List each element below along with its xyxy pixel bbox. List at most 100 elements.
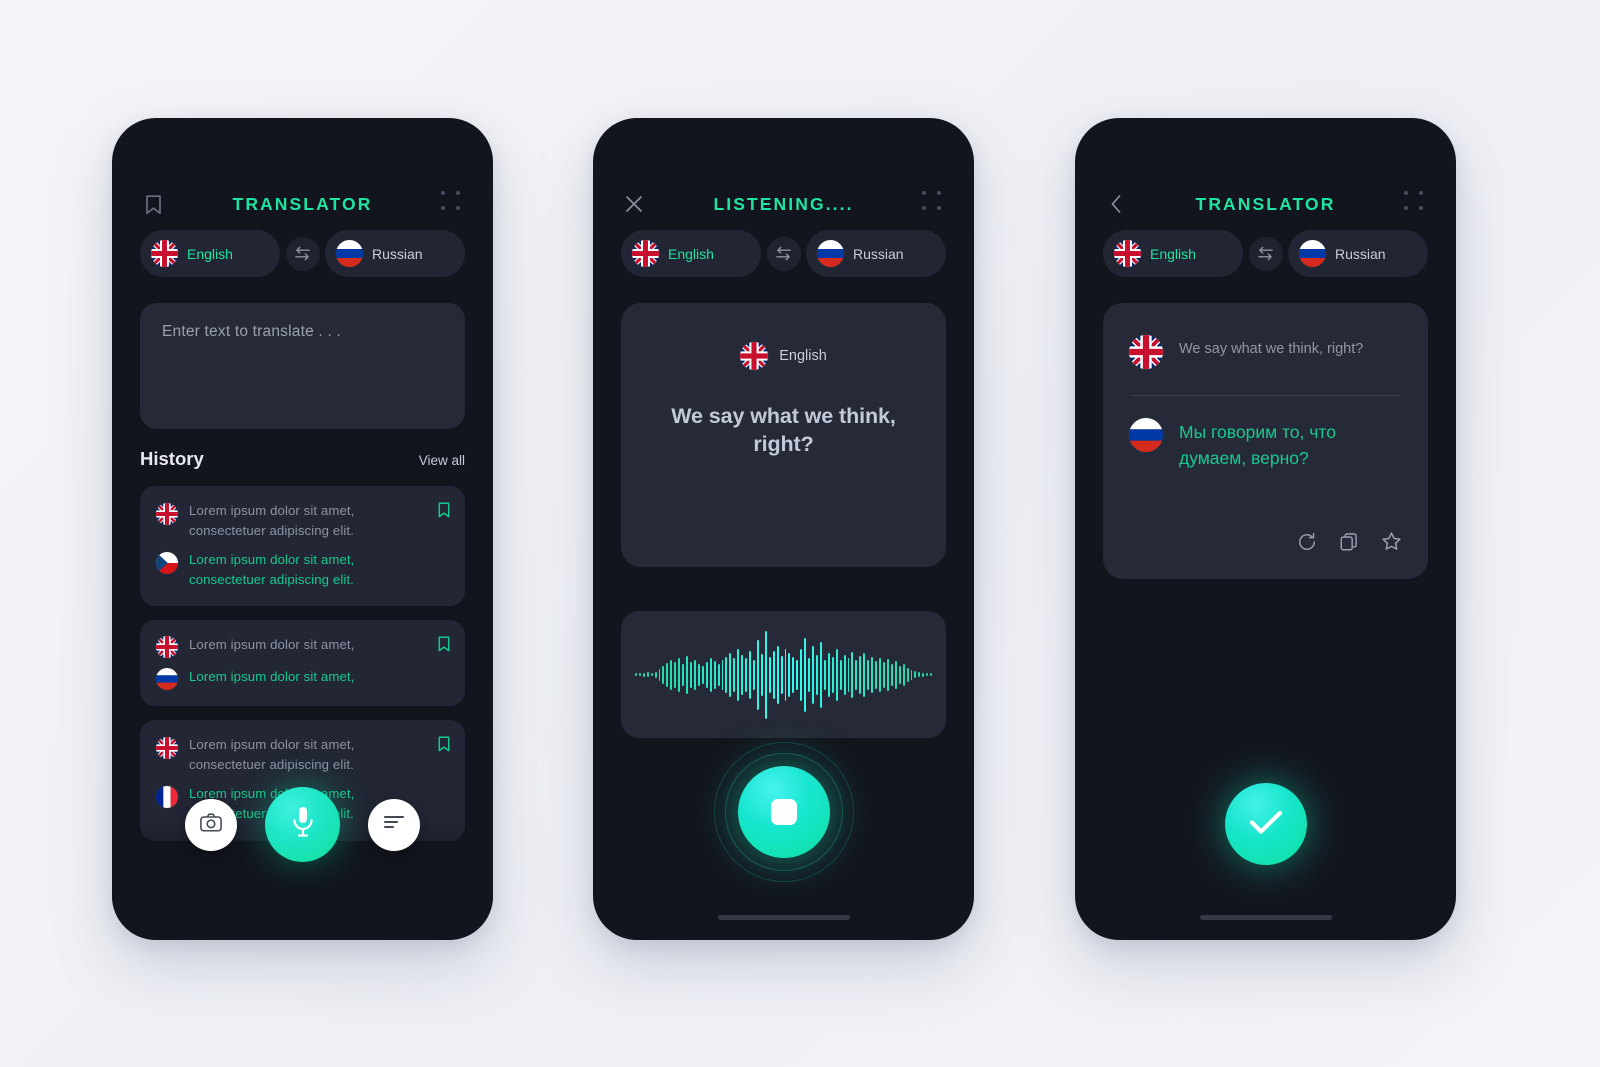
waveform-bar bbox=[914, 671, 917, 678]
waveform-bar bbox=[674, 661, 677, 688]
waveform-bar bbox=[804, 637, 807, 712]
back-chevron-icon[interactable] bbox=[1101, 189, 1131, 219]
app-mockup-stage: TRANSLATOR English Russian Enter text to… bbox=[0, 0, 1600, 1067]
copy-icon[interactable] bbox=[1339, 532, 1359, 557]
flag-czech-icon bbox=[156, 552, 178, 575]
waveform-bar bbox=[910, 669, 913, 680]
waveform-bar bbox=[737, 648, 740, 701]
check-icon bbox=[1246, 807, 1286, 842]
target-language-pill[interactable]: Russian bbox=[1288, 230, 1428, 277]
history-target-row: Lorem ipsum dolor sit amet, bbox=[156, 667, 449, 691]
result-action-bar bbox=[1297, 531, 1402, 557]
waveform-bar bbox=[823, 659, 826, 690]
swap-icon[interactable] bbox=[1248, 236, 1283, 271]
waveform-bar bbox=[847, 657, 850, 692]
waveform-bar bbox=[835, 648, 838, 701]
waveform-bar bbox=[788, 652, 791, 697]
home-indicator bbox=[1199, 915, 1332, 920]
source-language-pill[interactable]: English bbox=[621, 230, 761, 277]
waveform-bar bbox=[705, 661, 708, 688]
waveform-bar bbox=[816, 654, 818, 695]
bookmark-icon[interactable] bbox=[138, 189, 168, 219]
history-item[interactable]: Lorem ipsum dolor sit amet, consectetuer… bbox=[140, 486, 465, 607]
grid-menu-icon[interactable] bbox=[1404, 191, 1430, 217]
waveform-bar bbox=[662, 665, 665, 684]
waveform-bar bbox=[764, 630, 767, 719]
text-input-button[interactable] bbox=[368, 798, 420, 851]
waveform-bar bbox=[658, 668, 661, 681]
flag-russia-icon bbox=[1129, 418, 1163, 452]
header-result: TRANSLATOR bbox=[1075, 184, 1456, 224]
waveform-bar bbox=[792, 656, 795, 693]
stop-button-core[interactable] bbox=[737, 766, 830, 858]
waveform-bar bbox=[745, 657, 748, 692]
bookmark-icon[interactable] bbox=[438, 636, 450, 657]
stop-recording-button[interactable] bbox=[713, 742, 854, 882]
waveform-bar bbox=[812, 645, 814, 704]
source-language-pill[interactable]: English bbox=[140, 230, 280, 277]
waveform-bar bbox=[768, 656, 771, 693]
target-language-label: Russian bbox=[853, 245, 904, 262]
history-target-text: Lorem ipsum dolor sit amet, consectetuer… bbox=[189, 552, 355, 588]
swap-icon[interactable] bbox=[285, 236, 320, 271]
waveform-bar bbox=[749, 650, 751, 699]
translate-input-card[interactable]: Enter text to translate . . . bbox=[140, 303, 465, 429]
waveform-bar bbox=[686, 655, 688, 694]
flag-uk-icon bbox=[1114, 240, 1141, 267]
flag-russia-icon bbox=[817, 240, 844, 267]
confirm-button[interactable] bbox=[1224, 783, 1307, 865]
transcript-text: We say what we think, right? bbox=[671, 404, 896, 457]
history-target-text: Lorem ipsum dolor sit amet, bbox=[189, 669, 355, 685]
waveform-bar bbox=[678, 657, 681, 692]
audio-waveform bbox=[621, 611, 946, 738]
history-source-text: Lorem ipsum dolor sit amet, bbox=[189, 637, 355, 653]
view-all-link[interactable]: View all bbox=[419, 453, 465, 468]
waveform-bar bbox=[729, 652, 732, 697]
screen-listening: LISTENING.... English Russian English We… bbox=[593, 118, 974, 940]
home-indicator bbox=[717, 915, 850, 920]
waveform-bar bbox=[701, 665, 704, 684]
target-language-pill[interactable]: Russian bbox=[325, 230, 465, 277]
history-source-text: Lorem ipsum dolor sit amet, consectetuer… bbox=[189, 503, 355, 539]
grid-menu-icon[interactable] bbox=[922, 191, 948, 217]
phone-home-screen: TRANSLATOR English Russian Enter text to… bbox=[112, 118, 493, 940]
history-item[interactable]: Lorem ipsum dolor sit amet, Lorem ipsum … bbox=[140, 620, 465, 707]
flag-uk-icon bbox=[632, 240, 659, 267]
waveform-bar bbox=[693, 659, 696, 690]
waveform-bar bbox=[670, 659, 673, 690]
phone-result-screen: TRANSLATOR English Russian We say what w… bbox=[1075, 118, 1456, 940]
result-target-row: Мы говорим то, что думаем, верно? bbox=[1129, 418, 1402, 472]
microphone-button[interactable] bbox=[265, 787, 340, 862]
history-source-row: Lorem ipsum dolor sit amet, consectetuer… bbox=[156, 735, 449, 775]
waveform-bar bbox=[638, 673, 641, 676]
waveform-bar bbox=[859, 655, 862, 694]
bookmark-icon[interactable] bbox=[438, 736, 450, 757]
refresh-icon[interactable] bbox=[1297, 532, 1317, 557]
close-icon[interactable] bbox=[619, 189, 649, 219]
flag-uk-icon bbox=[156, 737, 178, 760]
source-language-pill[interactable]: English bbox=[1103, 230, 1243, 277]
waveform-bar bbox=[721, 659, 724, 690]
divider bbox=[1131, 395, 1400, 396]
camera-button[interactable] bbox=[185, 798, 237, 851]
page-title: TRANSLATOR bbox=[232, 193, 373, 214]
waveform-bar bbox=[851, 651, 854, 698]
waveform-bar bbox=[642, 672, 645, 677]
waveform-bar bbox=[827, 652, 830, 697]
screen-result: TRANSLATOR English Russian We say what w… bbox=[1075, 118, 1456, 940]
waveform-bar bbox=[863, 652, 866, 697]
swap-icon[interactable] bbox=[766, 236, 801, 271]
history-source-text: Lorem ipsum dolor sit amet, consectetuer… bbox=[189, 737, 355, 773]
waveform-bar bbox=[760, 653, 763, 696]
translation-result-card: We say what we think, right? Мы говорим … bbox=[1103, 303, 1428, 579]
result-target-text: Мы говорим то, что думаем, верно? bbox=[1179, 422, 1336, 469]
target-language-label: Russian bbox=[372, 245, 423, 262]
target-language-pill[interactable]: Russian bbox=[806, 230, 946, 277]
grid-menu-icon[interactable] bbox=[441, 191, 467, 217]
bookmark-icon[interactable] bbox=[438, 502, 450, 523]
screen-home: TRANSLATOR English Russian Enter text to… bbox=[112, 118, 493, 940]
star-icon[interactable] bbox=[1381, 531, 1402, 557]
waveform-bar bbox=[690, 661, 692, 688]
waveform-bar bbox=[886, 658, 889, 691]
flag-uk-icon bbox=[1129, 335, 1163, 369]
